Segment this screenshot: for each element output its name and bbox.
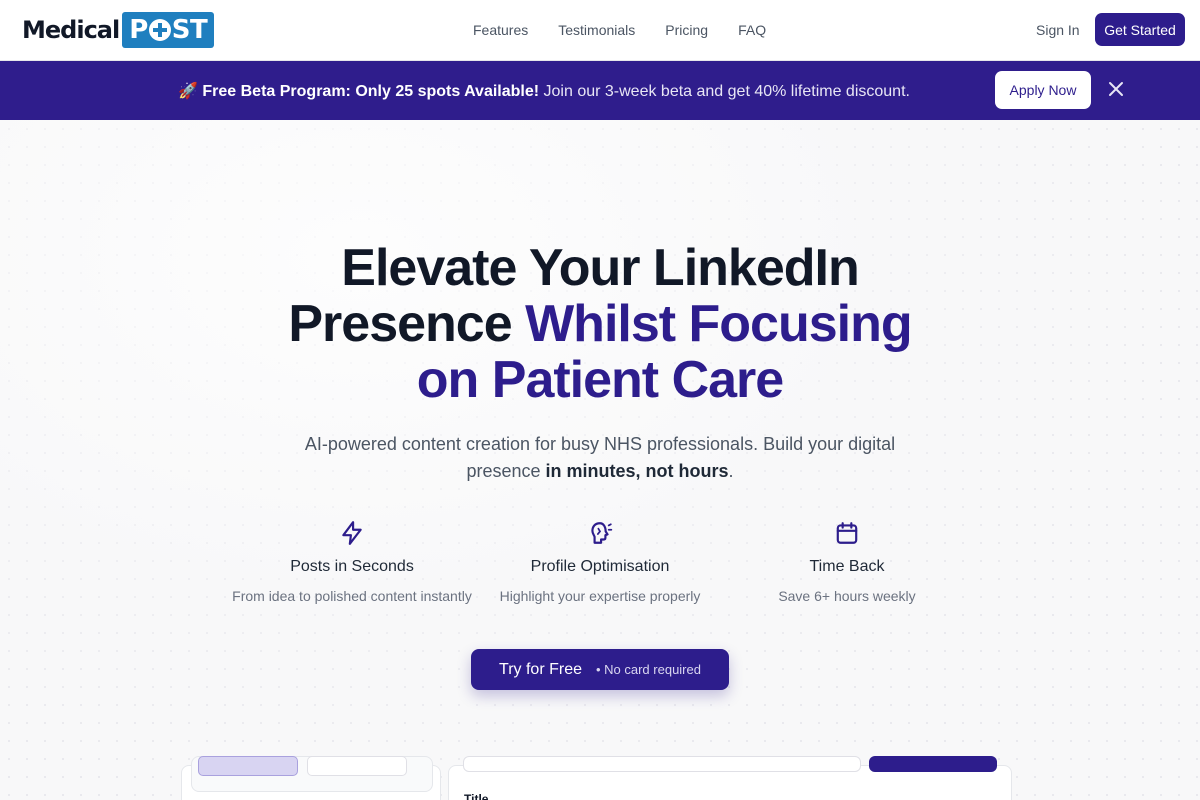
try-for-free-button[interactable]: Try for Free • No card required	[471, 649, 729, 690]
hero-headline: Elevate Your LinkedIn Presence Whilst Fo…	[288, 239, 912, 409]
preview-sidebar-card	[181, 756, 441, 800]
close-icon[interactable]	[1106, 79, 1126, 99]
profile-head-icon	[591, 522, 613, 544]
preview-tab	[307, 756, 407, 776]
nav-link-pricing[interactable]: Pricing	[665, 22, 708, 38]
banner-message: 🚀 Free Beta Program: Only 25 spots Avail…	[178, 81, 910, 101]
rocket-icon: 🚀	[178, 83, 198, 100]
preview-input	[463, 756, 861, 772]
hero-subheadline: AI-powered content creation for busy NHS…	[304, 434, 896, 481]
apply-now-button[interactable]: Apply Now	[995, 71, 1091, 109]
logo-post-badge: P ST	[122, 12, 215, 48]
nav-link-features[interactable]: Features	[473, 22, 528, 38]
feature-title: Time Back	[809, 558, 885, 575]
feature-description: Save 6+ hours weekly	[778, 588, 916, 604]
preview-title-label: Title	[464, 792, 489, 800]
feature-description: From idea to polished content instantly	[232, 588, 472, 604]
sign-in-link[interactable]: Sign In	[1036, 22, 1080, 38]
hero-section: Elevate Your LinkedIn Presence Whilst Fo…	[0, 120, 1200, 800]
logo-word-medical: Medical	[22, 16, 120, 44]
nav-link-faq[interactable]: FAQ	[738, 22, 766, 38]
calendar-icon	[836, 522, 858, 544]
main-nav: Features Testimonials Pricing FAQ	[473, 22, 766, 38]
top-navbar: Medical P ST Features Testimonials Prici…	[0, 0, 1200, 61]
cta-label: Try for Free	[499, 660, 582, 678]
lightning-icon	[342, 521, 362, 545]
preview-editor-card: Title	[448, 756, 1012, 800]
feature-description: Highlight your expertise properly	[499, 588, 701, 604]
banner-bold-text: Free Beta Program: Only 25 spots Availab…	[202, 83, 540, 100]
medicalpost-logo[interactable]: Medical P ST	[22, 12, 215, 48]
preview-button	[869, 756, 997, 772]
preview-tab-active	[198, 756, 298, 776]
beta-announcement-banner: 🚀 Free Beta Program: Only 25 spots Avail…	[0, 61, 1200, 120]
get-started-button[interactable]: Get Started	[1095, 13, 1185, 46]
medical-cross-icon	[148, 19, 171, 41]
cta-note: • No card required	[595, 662, 701, 677]
banner-body-text: Join our 3-week beta and get 40% lifetim…	[539, 83, 910, 100]
feature-title: Posts in Seconds	[290, 558, 414, 575]
feature-time-back: Time Back Save 6+ hours weekly	[717, 520, 977, 604]
feature-posts-in-seconds: Posts in Seconds From idea to polished c…	[222, 520, 482, 604]
feature-title: Profile Optimisation	[530, 558, 670, 575]
nav-link-testimonials[interactable]: Testimonials	[558, 22, 635, 38]
feature-profile-optimisation: Profile Optimisation Highlight your expe…	[470, 520, 730, 604]
